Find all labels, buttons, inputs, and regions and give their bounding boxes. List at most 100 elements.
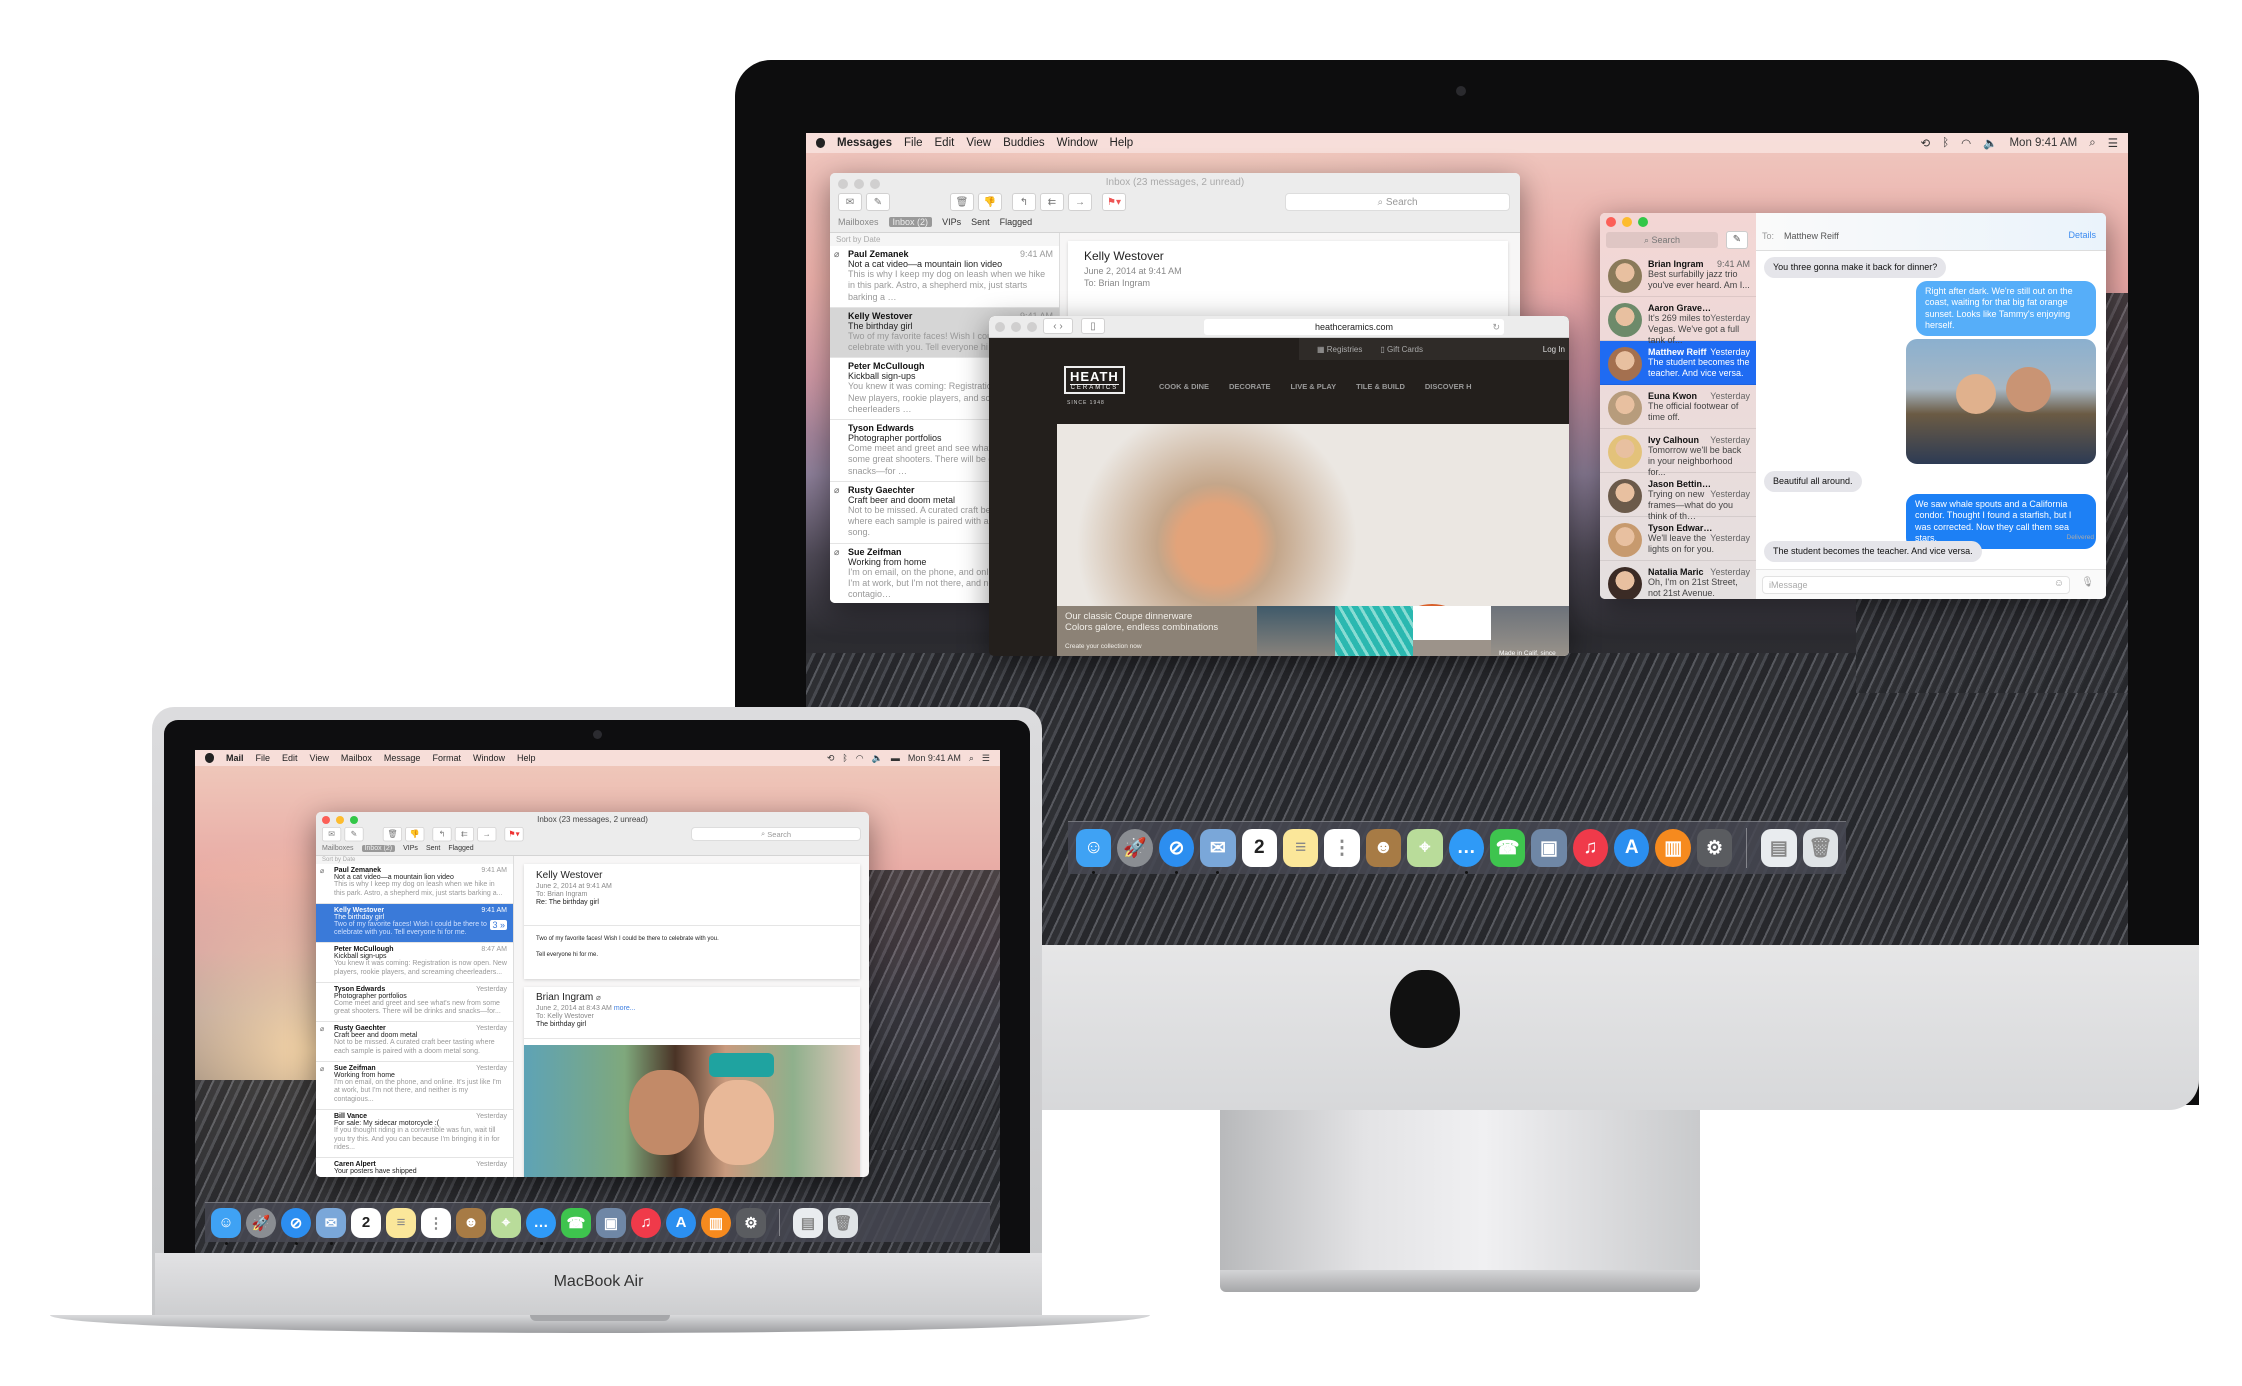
launchpad-icon[interactable]: 🚀: [246, 1207, 276, 1238]
menu-help[interactable]: Help: [1110, 137, 1134, 149]
reload-icon[interactable]: ↻: [1492, 319, 1500, 335]
conversation-item[interactable]: Aaron Grave… Yesterday It's 269 miles to V…: [1600, 297, 1756, 345]
notification-center-icon[interactable]: ☰: [982, 753, 990, 764]
menubar-clock[interactable]: Mon 9:41 AM: [2009, 137, 2077, 149]
menu-file[interactable]: File: [904, 137, 923, 149]
reminders-icon[interactable]: ⋮: [1324, 829, 1360, 867]
menu-view[interactable]: View: [310, 753, 329, 763]
menu-app-name[interactable]: Mail: [226, 753, 244, 763]
finder-icon[interactable]: ☺: [1076, 829, 1112, 874]
menu-edit[interactable]: Edit: [282, 753, 298, 763]
reply-button[interactable]: ↰: [1012, 193, 1036, 211]
conversation-item[interactable]: Euna Kwon Yesterday The official footwear …: [1600, 385, 1756, 429]
menu-buddies[interactable]: Buddies: [1003, 137, 1045, 149]
sort-by-date[interactable]: Sort by Date: [830, 233, 1059, 246]
delete-button[interactable]: 🗑: [382, 827, 402, 842]
forward-button[interactable]: →: [1068, 193, 1092, 211]
reply-button[interactable]: ↰: [432, 827, 452, 842]
messages-icon[interactable]: …: [526, 1207, 556, 1245]
trash-icon[interactable]: 🗑: [828, 1207, 858, 1238]
battery-icon[interactable]: ▬: [891, 753, 900, 763]
ibooks-icon[interactable]: ▥: [701, 1207, 731, 1238]
login-link[interactable]: Log In: [1543, 345, 1565, 354]
system-preferences-icon[interactable]: ⚙: [736, 1207, 766, 1238]
compose-button[interactable]: ✎: [866, 193, 890, 211]
tile-david-mellor[interactable]: David Mellor flatware: [1413, 606, 1491, 656]
junk-button[interactable]: 👎: [405, 827, 425, 842]
mail-icon[interactable]: ✉: [316, 1207, 346, 1245]
favorite-sent[interactable]: Sent: [971, 217, 990, 227]
photo-attachment[interactable]: [524, 1045, 860, 1177]
itunes-icon[interactable]: ♫: [631, 1207, 661, 1238]
conversation-item[interactable]: Matthew Reiff Yesterday The student become…: [1600, 341, 1756, 385]
emoji-icon[interactable]: ☺: [2054, 578, 2064, 589]
tile-heath-registry[interactable]: Heath Registry: [1257, 606, 1335, 656]
menu-app-name[interactable]: Messages: [837, 137, 892, 149]
menu-window[interactable]: Window: [473, 753, 505, 763]
nav-decorate[interactable]: DECORATE: [1229, 382, 1271, 391]
forward-button[interactable]: →: [477, 827, 497, 842]
details-button[interactable]: Details: [2068, 230, 2096, 240]
more-link[interactable]: more...: [614, 1005, 636, 1012]
calendar-icon[interactable]: 2: [351, 1207, 381, 1238]
menu-edit[interactable]: Edit: [935, 137, 955, 149]
system-preferences-icon[interactable]: ⚙: [1696, 829, 1733, 867]
window-controls[interactable]: [995, 322, 1037, 332]
back-forward-buttons[interactable]: ‹ ›: [1043, 318, 1073, 334]
flag-button[interactable]: ⚑▾: [504, 827, 524, 842]
message-list-item[interactable]: ⌀ Paul Zemanek 9:41 AM Not a cat video—a mo…: [830, 246, 1059, 308]
message-list-item[interactable]: Peter McCullough8:47 AMKickball sign-ups…: [316, 943, 513, 983]
mail-search-field[interactable]: ⌕ Search: [691, 827, 861, 841]
maps-icon[interactable]: ⌖: [491, 1207, 521, 1238]
app-store-icon[interactable]: A: [1614, 829, 1650, 867]
tile-dwell-patterns[interactable]: Dwell Patterns Tile: [1335, 606, 1413, 656]
time-machine-icon[interactable]: ⟲: [827, 753, 835, 764]
downloads-stack-icon[interactable]: ▤: [1761, 829, 1797, 867]
message-list-item[interactable]: ⌀ Paul Zemanek 9:41 AM Not a cat video—a mo…: [316, 864, 513, 904]
message-list-item[interactable]: Tyson EdwardsYesterdayPhotographer portf…: [316, 982, 513, 1022]
flag-button[interactable]: ⚑▾: [1102, 193, 1126, 211]
launchpad-icon[interactable]: 🚀: [1117, 829, 1153, 867]
time-machine-icon[interactable]: ⟲: [1921, 136, 1931, 150]
messages-search-field[interactable]: ⌕ Search: [1606, 232, 1718, 248]
favorite-sent[interactable]: Sent: [426, 845, 440, 852]
nav-tile-build[interactable]: TILE & BUILD: [1356, 382, 1405, 391]
messages-icon[interactable]: …: [1448, 829, 1484, 874]
conversation-item[interactable]: Ivy Calhoun Yesterday Tomorrow we'll be ba…: [1600, 429, 1756, 477]
message-list-item[interactable]: ⌀Rusty GaechterYesterdayCraft beer and d…: [316, 1022, 513, 1062]
address-bar[interactable]: heathceramics.com ↻: [1204, 319, 1504, 335]
sidebar-toggle-button[interactable]: ▯: [1081, 318, 1105, 334]
downloads-stack-icon[interactable]: ▤: [793, 1207, 823, 1238]
reminders-icon[interactable]: ⋮: [421, 1207, 451, 1238]
favorite-vips[interactable]: VIPs: [942, 217, 961, 227]
menubar-clock[interactable]: Mon 9:41 AM: [908, 753, 961, 763]
imessage-input[interactable]: iMessage: [1762, 576, 2070, 594]
compose-icon[interactable]: ✎: [1726, 231, 1748, 249]
trash-icon[interactable]: 🗑: [1802, 829, 1838, 867]
reply-all-button[interactable]: ⇇: [454, 827, 474, 842]
favorite-inbox[interactable]: Inbox (2): [361, 845, 396, 852]
nav-discover[interactable]: DISCOVER H: [1425, 382, 1472, 391]
favorite-inbox[interactable]: Inbox (2): [888, 217, 933, 227]
facetime-icon[interactable]: ☎: [1489, 829, 1526, 867]
window-controls[interactable]: [1606, 217, 1648, 227]
notes-icon[interactable]: ≡: [386, 1207, 416, 1238]
menu-message[interactable]: Message: [384, 753, 421, 763]
iphoto-icon[interactable]: ▣: [1531, 829, 1567, 867]
itunes-icon[interactable]: ♫: [1572, 829, 1609, 867]
ibooks-icon[interactable]: ▥: [1655, 829, 1691, 867]
contacts-icon[interactable]: ☻: [1365, 829, 1402, 867]
mail-icon[interactable]: ✉: [1200, 829, 1236, 874]
spotlight-icon[interactable]: ⌕: [969, 753, 974, 764]
microphone-icon[interactable]: 🎙: [2081, 577, 2094, 588]
recipient-name[interactable]: Matthew Reiff: [1784, 231, 1839, 241]
heath-logo[interactable]: HEATH CERAMICS: [1064, 366, 1125, 394]
safari-icon[interactable]: ⊘: [281, 1207, 311, 1245]
app-store-icon[interactable]: A: [666, 1207, 696, 1238]
volume-icon[interactable]: 🔈: [872, 753, 883, 764]
menu-mailbox[interactable]: Mailbox: [341, 753, 372, 763]
finder-icon[interactable]: ☺: [211, 1207, 241, 1245]
conversation-item[interactable]: Brian Ingram 9:41 AM Best surfabilly jazz …: [1600, 253, 1756, 297]
thread-count-badge[interactable]: 3 »: [490, 919, 507, 930]
compose-button[interactable]: ✎: [344, 827, 364, 842]
